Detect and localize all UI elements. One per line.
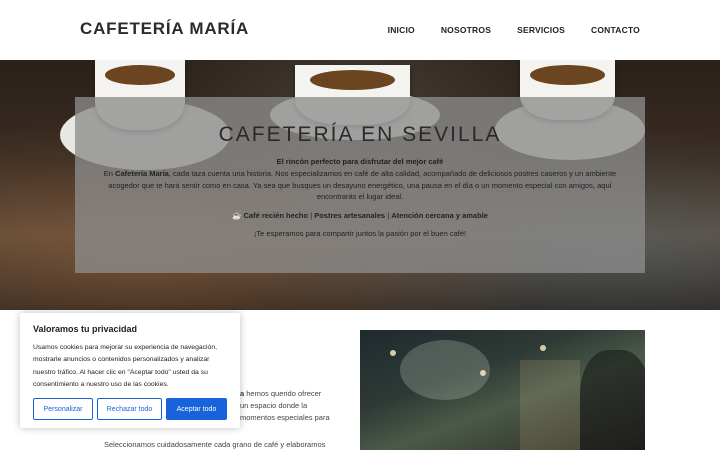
coffee-left xyxy=(105,65,175,85)
photo-light xyxy=(390,350,396,356)
cookie-title: Valoramos tu privacidad xyxy=(33,324,138,334)
hero-section: CAFETERÍA EN SEVILLA El rincón perfecto … xyxy=(0,60,720,310)
hero-cta-text: ¡Te esperamos para compartir juntos la p… xyxy=(253,228,467,238)
feature-item: Atención cercana y amable xyxy=(391,210,488,220)
hero-overlay-box: CAFETERÍA EN SEVILLA El rincón perfecto … xyxy=(75,97,645,273)
hero-para-rest: , cada taza cuenta una historia. Nos esp… xyxy=(108,169,617,201)
accept-all-button[interactable]: Aceptar todo xyxy=(166,398,227,420)
reject-all-button[interactable]: Rechazar todo xyxy=(97,398,162,420)
coffee-icon: ☕ xyxy=(232,210,242,220)
hero-paragraph: En Cafetería María, cada taza cuenta una… xyxy=(100,168,620,203)
hero-title: CAFETERÍA EN SEVILLA xyxy=(218,123,502,146)
feature-item: Café recién hecho xyxy=(243,210,309,220)
cookie-text: Usamos cookies para mejorar su experienc… xyxy=(33,344,217,388)
coffee-right xyxy=(530,65,605,85)
about-line-rest: hemos querido ofrecer xyxy=(244,389,322,398)
hero-features: ☕ Café recién hecho | Postres artesanale… xyxy=(75,211,645,220)
about-text-second: Seleccionamos cuidadosamente cada grano … xyxy=(104,440,326,449)
site-header: CAFETERÍA MARÍA INICIO NOSOTROS SERVICIO… xyxy=(0,0,720,60)
feature-item: Postres artesanales xyxy=(314,210,386,220)
about-line: a hemos querido ofrecer xyxy=(240,388,340,400)
hero-brand-name: Cafetería María xyxy=(115,169,169,178)
customize-button[interactable]: Personalizar xyxy=(33,398,93,420)
coffee-center xyxy=(310,70,395,90)
nav-servicios[interactable]: SERVICIOS xyxy=(517,25,565,35)
nav-inicio[interactable]: INICIO xyxy=(388,25,415,35)
site-logo[interactable]: CAFETERÍA MARÍA xyxy=(80,19,249,39)
cookie-consent-dialog: Valoramos tu privacidad Usamos cookies p… xyxy=(20,313,240,428)
main-nav: INICIO NOSOTROS SERVICIOS CONTACTO xyxy=(362,25,640,35)
photo-blur xyxy=(520,360,580,450)
nav-nosotros[interactable]: NOSOTROS xyxy=(441,25,491,35)
photo-light xyxy=(480,370,486,376)
cafe-interior-photo xyxy=(360,330,645,450)
about-text: a hemos querido ofrecer un espacio donde… xyxy=(240,388,340,424)
photo-person-silhouette xyxy=(580,350,645,450)
about-line: momentos especiales para xyxy=(240,413,330,422)
nav-contacto[interactable]: CONTACTO xyxy=(591,25,640,35)
hero-subtitle: El rincón perfecto para disfrutar del me… xyxy=(276,157,444,166)
photo-blur xyxy=(400,340,490,400)
hero-para-prefix: En xyxy=(103,169,116,178)
photo-light xyxy=(540,345,546,351)
about-line: un espacio donde la xyxy=(240,401,308,410)
